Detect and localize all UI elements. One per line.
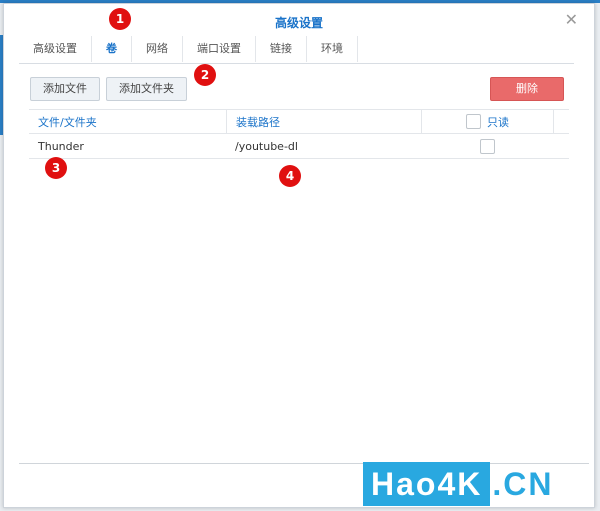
delete-button[interactable]: 删除 bbox=[490, 77, 564, 101]
annotation-marker-2: 2 bbox=[194, 64, 216, 86]
tab-links[interactable]: 链接 bbox=[256, 36, 307, 62]
watermark-main: Hao4K bbox=[363, 462, 491, 506]
annotation-marker-3: 3 bbox=[45, 157, 67, 179]
readonly-all-checkbox[interactable] bbox=[466, 114, 481, 129]
cell-readonly bbox=[421, 134, 554, 158]
header-file-folder[interactable]: 文件/文件夹 bbox=[29, 110, 226, 133]
readonly-label: 只读 bbox=[487, 115, 509, 129]
table-row[interactable]: Thunder /youtube-dl bbox=[29, 134, 569, 159]
annotation-marker-4: 4 bbox=[279, 165, 301, 187]
tab-environment[interactable]: 环境 bbox=[307, 36, 358, 62]
cell-mount-path[interactable]: /youtube-dl bbox=[226, 134, 421, 158]
add-file-button[interactable]: 添加文件 bbox=[30, 77, 100, 101]
tab-volume[interactable]: 卷 bbox=[92, 36, 132, 62]
tab-advanced[interactable]: 高级设置 bbox=[19, 36, 92, 62]
header-readonly: 只读 bbox=[421, 110, 554, 133]
table-header: 文件/文件夹 装载路径 只读 bbox=[29, 109, 569, 134]
add-folder-button[interactable]: 添加文件夹 bbox=[106, 77, 187, 101]
header-mount-path[interactable]: 装载路径 bbox=[226, 110, 421, 133]
close-icon[interactable]: ✕ bbox=[565, 10, 578, 29]
watermark: Hao4K .CN bbox=[363, 462, 553, 506]
watermark-suffix: .CN bbox=[492, 465, 554, 502]
dialog-title: 高级设置 bbox=[274, 16, 323, 30]
volume-table: 文件/文件夹 装载路径 只读 Thunder /youtube-dl bbox=[29, 109, 569, 159]
tab-network[interactable]: 网络 bbox=[132, 36, 183, 62]
advanced-settings-dialog: 高级设置 ✕ 高级设置 卷 网络 端口设置 链接 环境 添加文件 添加文件夹 删… bbox=[3, 3, 595, 508]
cell-file: Thunder bbox=[38, 139, 84, 153]
tab-port-settings[interactable]: 端口设置 bbox=[183, 36, 256, 62]
tab-bar: 高级设置 卷 网络 端口设置 链接 环境 bbox=[19, 36, 574, 64]
readonly-checkbox[interactable] bbox=[480, 138, 495, 154]
annotation-marker-1: 1 bbox=[109, 8, 131, 30]
